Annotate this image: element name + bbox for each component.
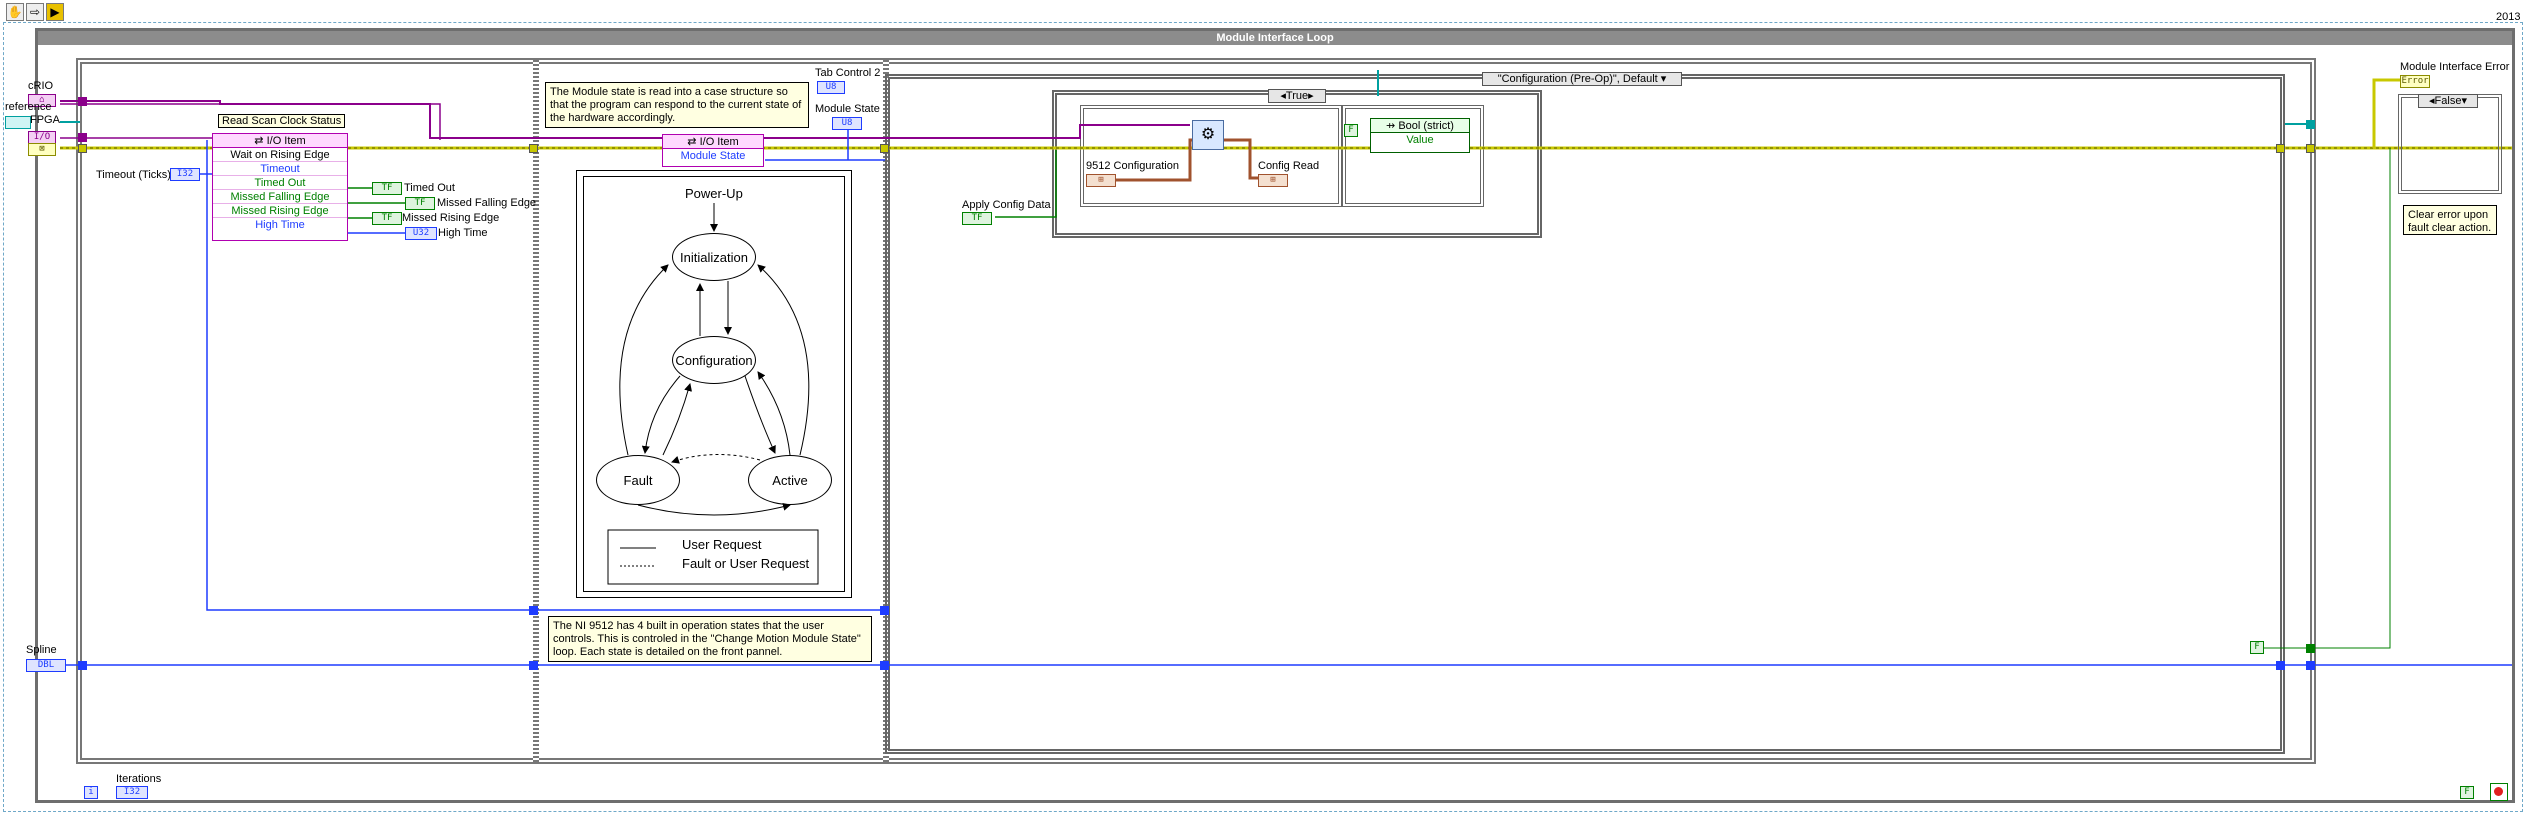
false-case-selector[interactable]: ◂False▾	[2418, 94, 2478, 108]
loop-false-constant[interactable]: F	[2460, 786, 2474, 799]
clear-error-note: Clear error upon fault clear action.	[2403, 205, 2497, 235]
iteration-terminal[interactable]: i	[84, 786, 98, 799]
apply-config-label: Apply Config Data	[962, 199, 1051, 211]
config-constant[interactable]: ⊞	[1086, 174, 1116, 187]
module-interface-error-label: Module Interface Error	[2400, 61, 2510, 73]
apply-config-terminal[interactable]: TF	[962, 212, 992, 225]
state-diagram-arrows	[607, 203, 819, 585]
bool-node-header: ⇸ Bool (strict)	[1371, 119, 1469, 133]
module-interface-error-terminal[interactable]: Error	[2400, 75, 2430, 88]
config-read-label: Config Read	[1258, 160, 1320, 172]
iterations-label: Iterations	[116, 773, 162, 785]
legend-user-request: User Request	[682, 537, 762, 552]
bool-property-node[interactable]: ⇸ Bool (strict) Value	[1370, 118, 1470, 153]
operation-states-note: The NI 9512 has 4 built in operation sta…	[548, 616, 872, 662]
false-case-structure[interactable]	[2398, 94, 2502, 194]
iterations-indicator[interactable]: I32	[116, 786, 148, 799]
config-label: 9512 Configuration	[1086, 160, 1179, 172]
bool-constant[interactable]: F	[1344, 124, 1358, 137]
property-node-icon[interactable]: ⚙	[1192, 120, 1224, 150]
loop-condition-terminal[interactable]	[2490, 783, 2508, 801]
config-read-indicator[interactable]: ⊞	[1258, 174, 1288, 187]
false-constant[interactable]: F	[2250, 641, 2264, 654]
bool-node-row[interactable]: Value	[1371, 133, 1469, 147]
legend-fault-or-user-request: Fault or User Request	[682, 556, 810, 571]
